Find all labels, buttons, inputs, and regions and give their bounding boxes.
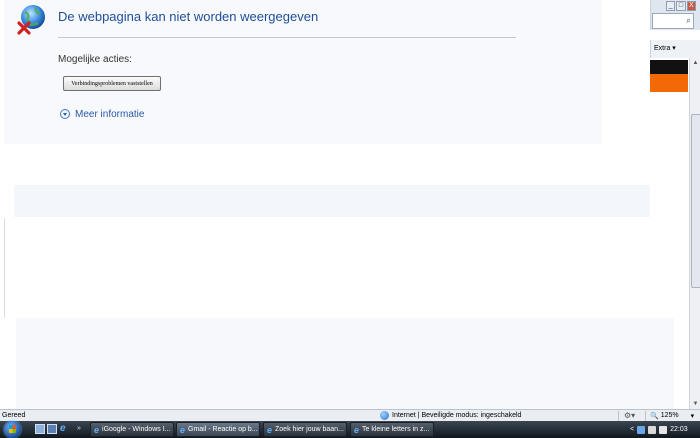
status-separator [618, 411, 619, 421]
taskbar: e » e iGoogle - Windows I... e Gmail - R… [0, 421, 700, 438]
taskbar-window-label: Te kleine letters in z... [362, 426, 430, 433]
scrollbar-thumb[interactable] [691, 114, 700, 288]
taskbar-window-label: Zoek hier jouw baan... [275, 426, 344, 433]
title-divider [58, 37, 516, 38]
windows-logo-icon [4, 421, 21, 438]
network-error-globe-icon [17, 5, 45, 35]
extra-menu[interactable]: Extra ▾ [650, 40, 700, 58]
taskbar-window-button[interactable]: e Te kleine letters in z... [350, 422, 434, 437]
search-box[interactable]: ⌕ [652, 13, 694, 29]
internet-zone-icon [380, 411, 389, 420]
zoom-icon: 🔍 [650, 413, 659, 420]
status-separator [645, 411, 646, 421]
device-icon[interactable] [648, 425, 657, 434]
diagnose-connection-button[interactable]: Verbindingsproblemen vaststellen [63, 76, 161, 91]
expand-chevron-icon[interactable] [60, 109, 70, 119]
page-band-black [650, 60, 688, 74]
scroll-down-arrow-icon[interactable]: ▼ [691, 400, 700, 409]
taskbar-window-button[interactable]: e Gmail - Reactie op b... [176, 422, 260, 437]
ie-icon: e [354, 424, 360, 435]
window-controls: _ □ X [666, 1, 696, 11]
network-icon[interactable] [637, 425, 646, 434]
switch-windows-icon[interactable] [47, 424, 57, 434]
ghost-panel-bottom [16, 318, 674, 410]
taskbar-window-button[interactable]: e Zoek hier jouw baan... [263, 422, 347, 437]
maximize-button[interactable]: □ [676, 1, 686, 11]
ie-icon: e [94, 424, 100, 435]
ie-icon: e [267, 424, 273, 435]
zoom-control[interactable]: 🔍 125% ▾ [650, 412, 694, 420]
taskbar-window-label: Gmail - Reactie op b... [188, 426, 258, 433]
taskbar-window-button[interactable]: e iGoogle - Windows I... [90, 422, 174, 437]
ie-icon: e [180, 424, 186, 435]
protected-mode-icon[interactable]: ⚙▾ [624, 411, 635, 420]
internet-explorer-icon[interactable]: e [60, 424, 70, 434]
security-zone[interactable]: Internet | Beveiligde modus: ingeschakel… [380, 411, 521, 420]
page-band-orange [650, 74, 688, 92]
taskbar-window-label: iGoogle - Windows I... [102, 426, 171, 433]
scroll-up-arrow-icon[interactable]: ▲ [691, 59, 700, 68]
quicklaunch-chevron-icon[interactable]: » [77, 424, 87, 434]
page-title: De webpagina kan niet worden weergegeven [58, 9, 319, 24]
volume-icon[interactable] [659, 425, 668, 434]
status-text: Gereed [2, 412, 26, 419]
search-icon[interactable]: ⌕ [686, 15, 691, 26]
tray-expand-icon[interactable]: < [630, 426, 634, 433]
clock[interactable]: 22:03 [670, 426, 688, 433]
system-tray: < 22:03 [630, 421, 700, 438]
show-desktop-icon[interactable] [35, 424, 45, 434]
close-button[interactable]: X [686, 1, 696, 11]
security-zone-label: Internet | Beveiligde modus: ingeschakel… [392, 412, 522, 419]
ghost-panel-mid [14, 185, 650, 217]
more-info-link[interactable]: Meer informatie [60, 107, 144, 121]
actions-label: Mogelijke acties: [58, 54, 132, 65]
vertical-scrollbar[interactable]: ▲ ▼ [689, 58, 700, 410]
zoom-level[interactable]: 125% [661, 412, 679, 420]
start-button[interactable] [2, 421, 24, 438]
ghost-divider [4, 218, 5, 318]
extra-menu-label: Extra ▾ [654, 45, 676, 52]
minimize-button[interactable]: _ [666, 1, 676, 11]
more-info-label[interactable]: Meer informatie [75, 109, 144, 120]
zoom-dropdown-icon[interactable]: ▾ [691, 412, 695, 420]
